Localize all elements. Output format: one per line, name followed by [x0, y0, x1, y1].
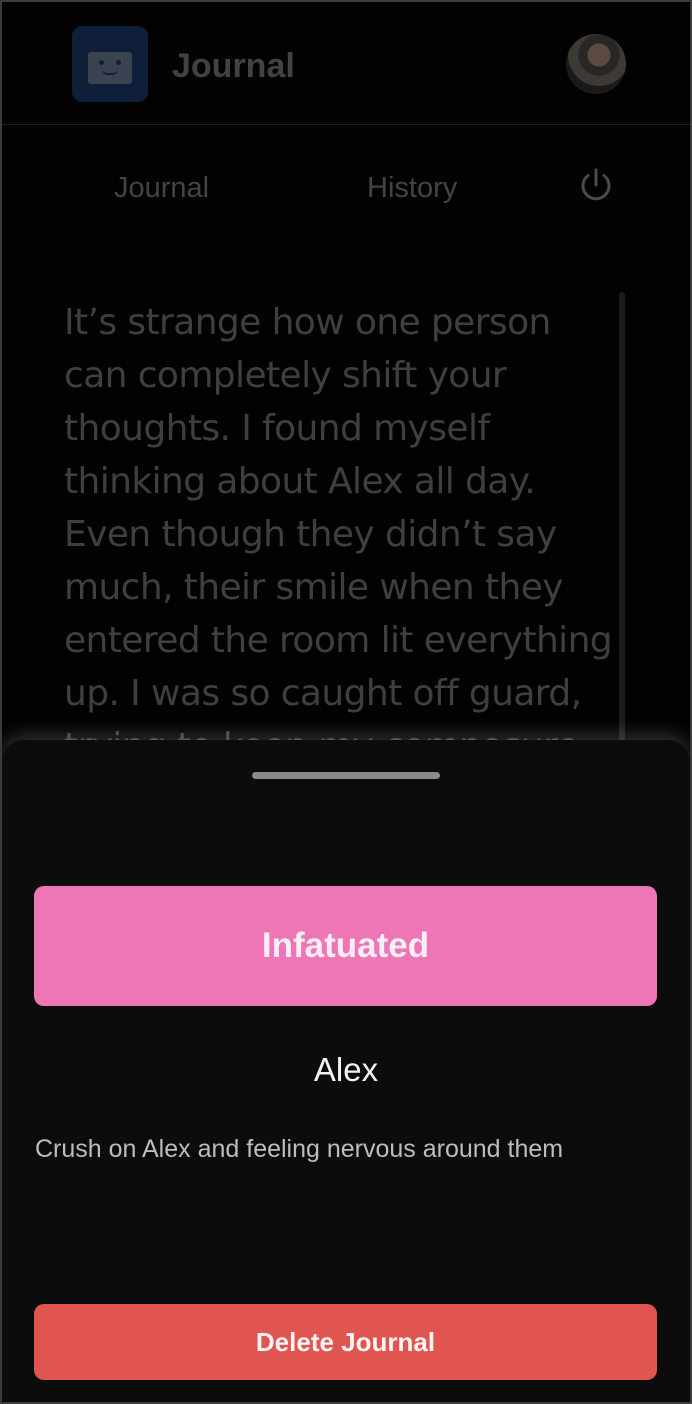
main-nav: Journal History — [2, 162, 690, 214]
journal-summary: Crush on Alex and feeling nervous around… — [35, 1135, 564, 1163]
app-title: Journal — [172, 47, 295, 85]
robot-face-icon[interactable] — [72, 26, 148, 102]
bottom-sheet: Infatuated Alex Crush on Alex and feelin… — [2, 740, 690, 1402]
delete-journal-button[interactable]: Delete Journal — [34, 1304, 657, 1380]
sheet-drag-handle[interactable] — [252, 772, 440, 779]
logo-mouth — [102, 69, 118, 75]
user-avatar[interactable] — [566, 34, 626, 94]
journal-entry-text[interactable]: It’s strange how one person can complete… — [64, 296, 624, 773]
app-frame: Journal Journal History It’s strange how… — [0, 0, 692, 1404]
logo-face — [88, 52, 132, 84]
power-icon[interactable] — [576, 166, 616, 206]
mood-button[interactable]: Infatuated — [34, 886, 657, 1006]
tab-history[interactable]: History — [367, 170, 457, 206]
app-header: Journal — [2, 2, 690, 125]
journal-scrollbar[interactable] — [619, 292, 625, 762]
logo-eye-left — [99, 60, 104, 65]
logo-eye-right — [116, 60, 121, 65]
tab-journal[interactable]: Journal — [114, 170, 209, 206]
person-name: Alex — [313, 1051, 379, 1088]
